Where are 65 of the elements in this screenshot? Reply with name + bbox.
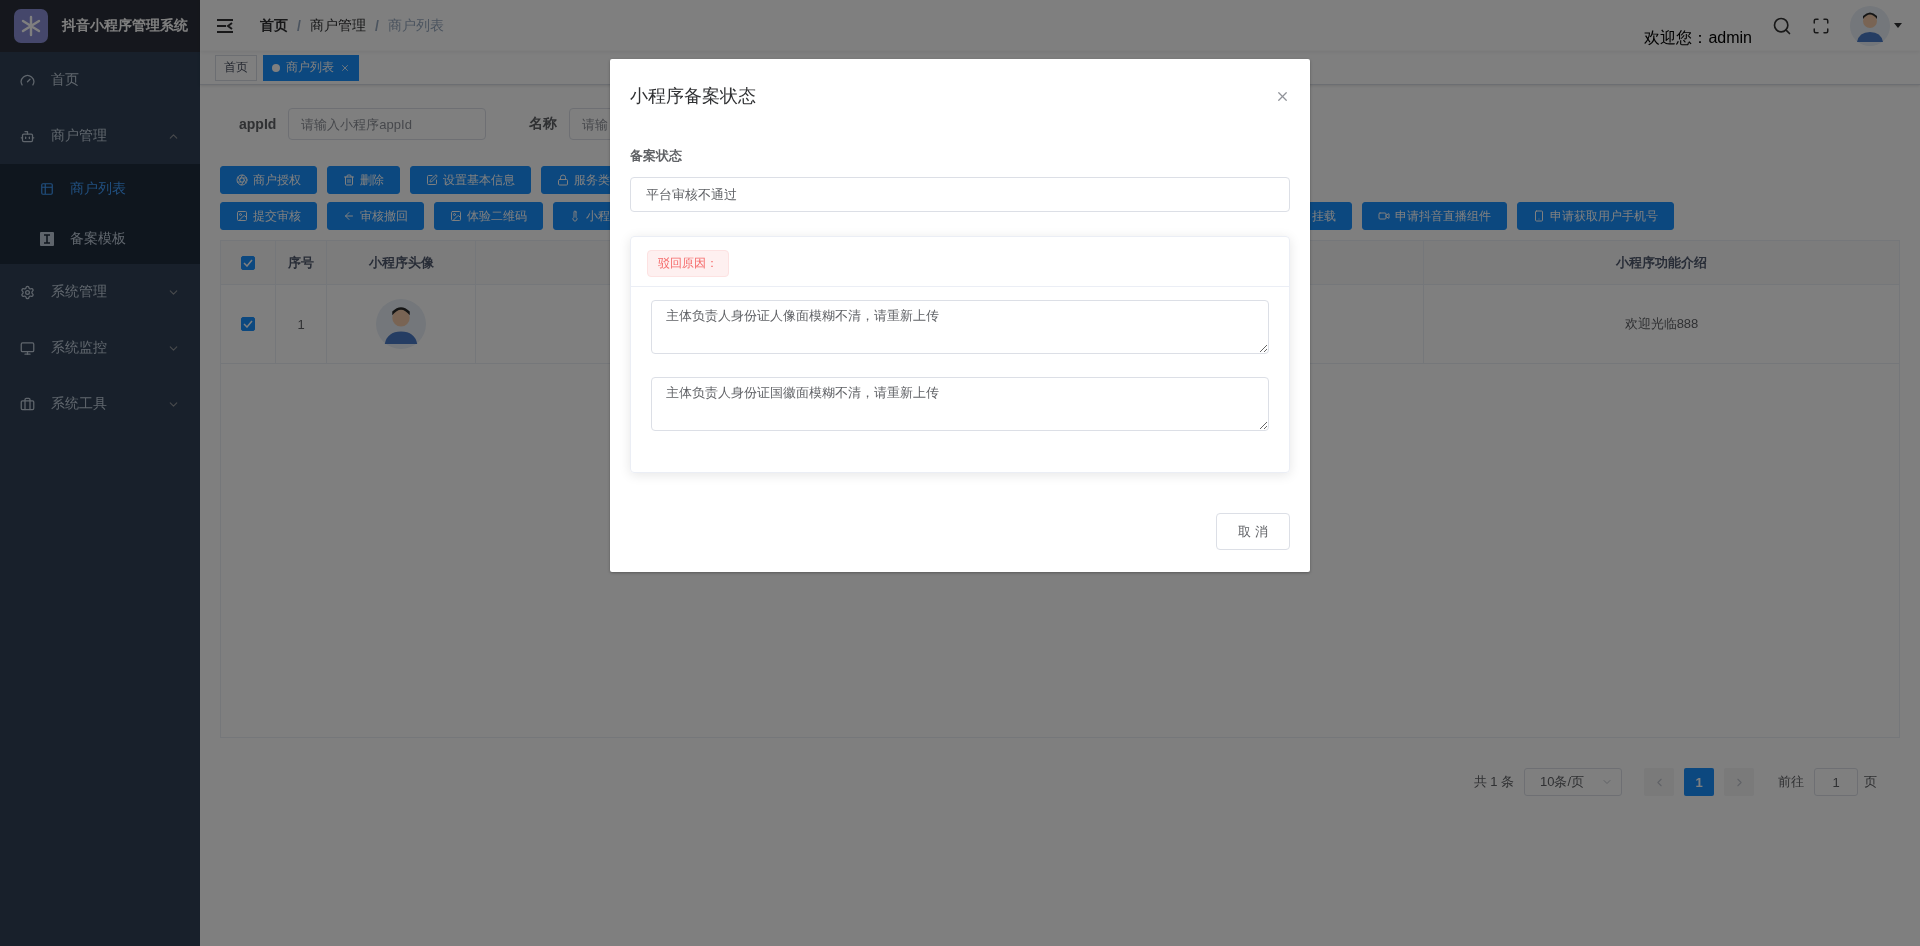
goto-label: 前往 [1778, 773, 1804, 791]
close-icon[interactable] [340, 62, 350, 73]
dialog-title: 小程序备案状态 [630, 85, 756, 108]
toolbar-button[interactable]: 审核撤回 [327, 202, 424, 230]
toolbar-button[interactable]: 申请获取用户手机号 [1517, 202, 1674, 230]
page-number[interactable]: 1 [1684, 768, 1714, 796]
toolbar-button[interactable]: 删除 [327, 166, 400, 194]
toolbar-button[interactable]: 商户授权 [220, 166, 317, 194]
field-label: 名称 [529, 115, 558, 133]
submenu-item[interactable]: 商户列表 [0, 164, 200, 214]
breadcrumb-item[interactable]: 商户管理 [309, 16, 366, 35]
breadcrumb-separator: / [374, 17, 379, 34]
image-icon [450, 210, 462, 222]
caret-icon[interactable] [1894, 23, 1902, 28]
table-cell: 1 [276, 285, 327, 363]
avatar-icon [376, 299, 426, 349]
cancel-button[interactable]: 取 消 [1216, 513, 1290, 550]
column-header: 序号 [276, 241, 327, 284]
page-tab[interactable]: 商户列表 [263, 54, 359, 81]
welcome-text: 欢迎您：admin [1644, 28, 1752, 48]
arrow-left-icon [343, 210, 355, 222]
toolbar-button[interactable]: 申请抖音直播组件 [1362, 202, 1507, 230]
breadcrumb-item[interactable]: 首页 [260, 16, 288, 35]
avatar-icon [1850, 5, 1890, 46]
submenu-item[interactable]: 备案模板 [0, 214, 200, 264]
phone-icon [1533, 210, 1545, 222]
dot-icon [272, 63, 280, 72]
logo-icon [14, 9, 48, 43]
video-icon [1378, 210, 1390, 222]
field-label: appId [239, 116, 277, 132]
fullscreen-icon[interactable] [1812, 16, 1830, 35]
page-tab[interactable]: 首页 [215, 54, 257, 81]
reason-field[interactable]: 主体负责人身份证国徽面模糊不清，请重新上传 [651, 377, 1269, 431]
table-cell-text: 欢迎光临888 [1623, 315, 1700, 333]
image-icon [236, 210, 248, 222]
menu-item[interactable]: 系统管理 [0, 264, 200, 320]
trash-icon [343, 174, 355, 186]
reason-tag: 驳回原因： [647, 250, 729, 277]
checkbox[interactable] [241, 317, 255, 331]
page-suffix: 页 [1864, 773, 1877, 791]
menu-item[interactable]: 首页 [0, 52, 200, 108]
checkbox[interactable] [241, 255, 255, 270]
toolbar-button[interactable]: 设置基本信息 [410, 166, 531, 194]
field-label: 备案状态 [630, 147, 683, 165]
aperture-icon [236, 174, 248, 186]
column-header: 小程序功能介绍 [1615, 253, 1708, 272]
status-field[interactable]: 平台审核不通过 [630, 177, 1290, 212]
total-count: 共 1 条 [1473, 773, 1514, 791]
toolbar-button[interactable]: 提交审核 [220, 202, 317, 230]
thermometer-icon [569, 210, 581, 222]
page-input[interactable]: 1 [1814, 768, 1858, 796]
reason-field[interactable]: 主体负责人身份证人像面模糊不清，请重新上传 [651, 300, 1269, 354]
breadcrumb-separator: / [297, 17, 301, 34]
menu-item[interactable]: 系统工具 [0, 376, 200, 432]
toolbar-button[interactable]: 体验二维码 [434, 202, 543, 230]
edit-icon [426, 174, 438, 186]
column-header: 小程序头像 [327, 241, 476, 284]
table-icon [40, 182, 54, 196]
text-cursor-icon [40, 232, 54, 246]
search-icon[interactable] [1772, 15, 1792, 36]
page-size-select[interactable]: 10条/页 [1524, 768, 1622, 796]
menu-item[interactable]: 系统监控 [0, 320, 200, 376]
lock-icon [557, 174, 569, 186]
menu-item[interactable]: 商户管理 [0, 108, 200, 164]
app-title: 抖音小程序管理系统 [62, 17, 188, 35]
